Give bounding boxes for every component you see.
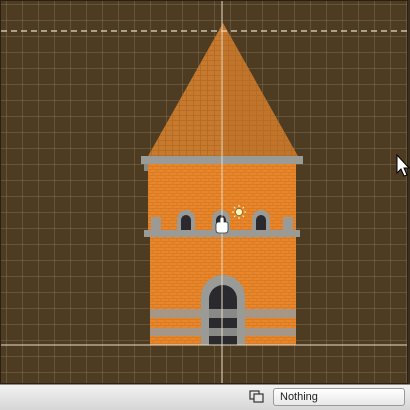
canvas-viewport[interactable] — [0, 0, 408, 384]
layer-select-value: Nothing — [280, 391, 318, 403]
layer-select-dropdown[interactable]: Nothing — [273, 388, 405, 406]
bottom-toolbar: Nothing — [0, 384, 410, 410]
overlapping-squares-icon — [249, 390, 264, 403]
arrow-cursor-icon — [396, 154, 410, 177]
scene-drawing — [1, 1, 407, 383]
layer-button[interactable] — [246, 388, 268, 406]
